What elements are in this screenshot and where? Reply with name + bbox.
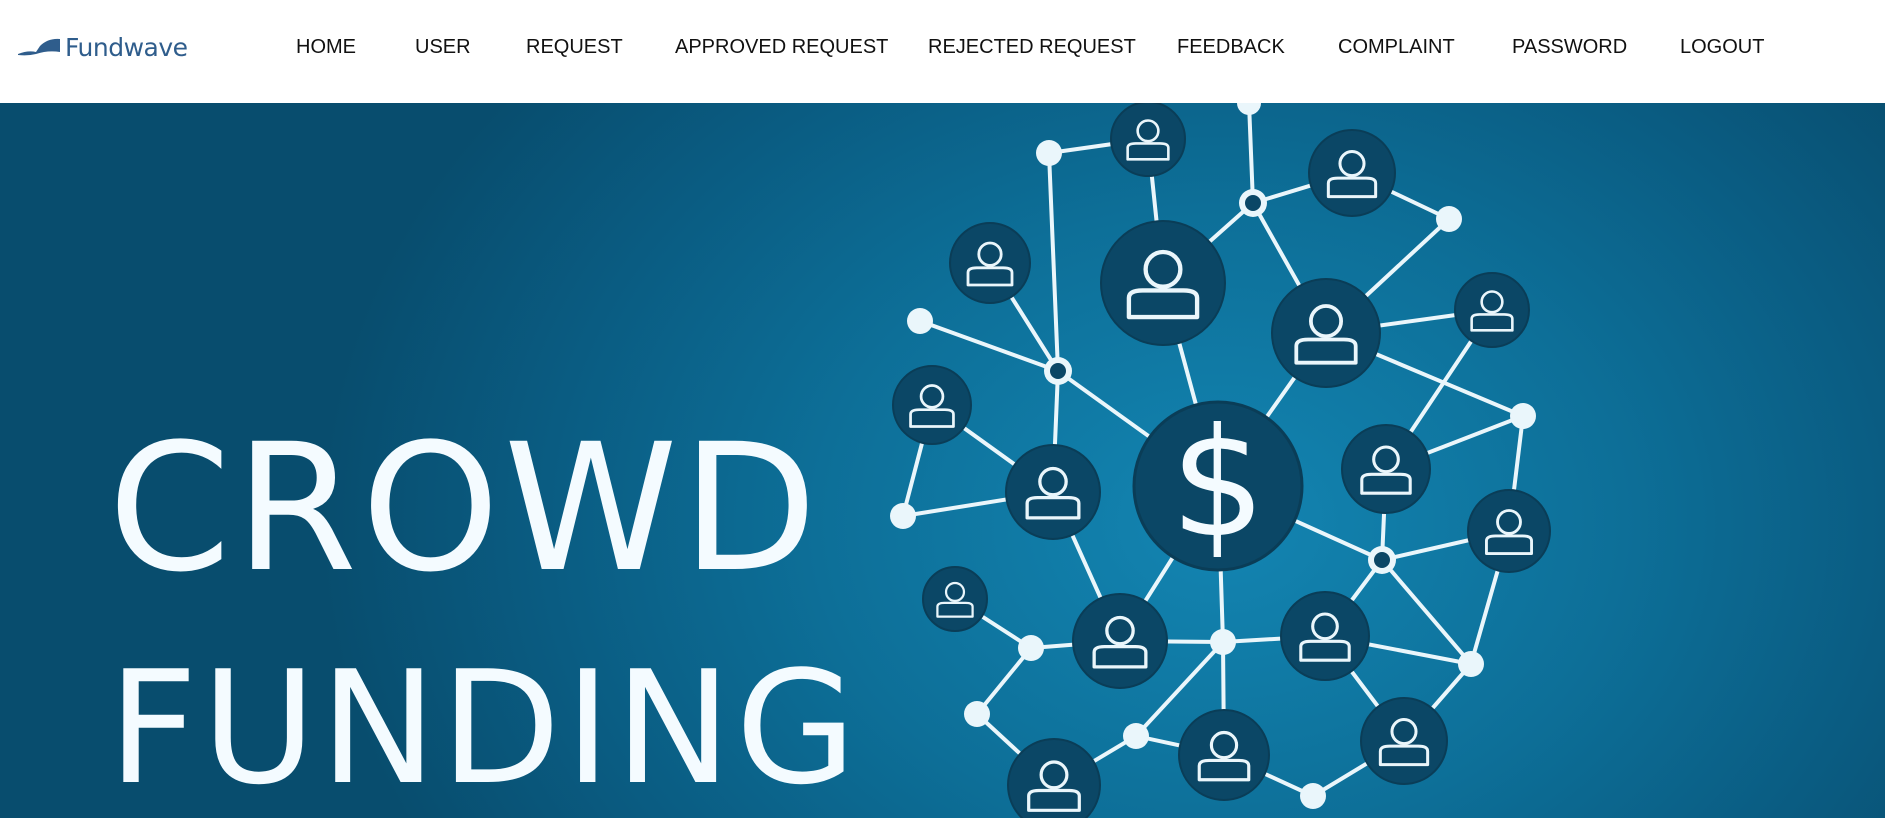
person-node-icon: [1100, 220, 1226, 346]
network-dot: [1458, 651, 1484, 677]
network-dot: [1436, 206, 1462, 232]
network-junction-core: [1374, 552, 1390, 568]
nav-home[interactable]: HOME: [296, 36, 356, 58]
nav-password[interactable]: PASSWORD: [1512, 36, 1627, 58]
dollar-sign-icon: $: [1170, 397, 1265, 571]
person-node-icon: [1005, 444, 1101, 540]
nav-logout[interactable]: LOGOUT: [1680, 36, 1764, 58]
brand-name: Fundwave: [65, 32, 188, 62]
person-node-icon: [1007, 738, 1101, 818]
nav-user[interactable]: USER: [415, 36, 471, 58]
network-link: [918, 319, 1060, 373]
top-navbar: Fundwave HOME USER REQUEST APPROVED REQU…: [0, 0, 1885, 103]
wave-logo-icon: [18, 38, 60, 56]
network-dot: [890, 503, 916, 529]
network-dot: [1510, 403, 1536, 429]
hero-title-line1: CROWD: [108, 406, 822, 611]
person-node-icon: [922, 566, 988, 632]
network-dot: [1237, 103, 1261, 115]
person-node-icon: [1308, 129, 1396, 217]
person-node-icon: [1110, 103, 1186, 177]
person-node-icon: [1341, 424, 1431, 514]
network-dot: [964, 701, 990, 727]
brand-logo[interactable]: Fundwave: [18, 30, 188, 64]
nav-request[interactable]: REQUEST: [526, 36, 623, 58]
person-node-icon: [1072, 593, 1168, 689]
hero-banner: $ CROWD FUNDING: [0, 103, 1885, 818]
network-junction-core: [1245, 195, 1261, 211]
network-dot: [1018, 635, 1044, 661]
person-node-icon: [1280, 591, 1370, 681]
person-node-icon: [892, 365, 972, 445]
network-link: [1247, 103, 1255, 205]
network-link: [1047, 151, 1060, 373]
network-dot: [907, 308, 933, 334]
person-node-icon: [1467, 489, 1551, 573]
person-node-icon: [1271, 278, 1381, 388]
person-node-icon: [1360, 697, 1448, 785]
network-dot: [1210, 629, 1236, 655]
network-dot: [1300, 783, 1326, 809]
nav-complaint[interactable]: COMPLAINT: [1338, 36, 1455, 58]
nav-approved-request[interactable]: APPROVED REQUEST: [675, 36, 888, 58]
person-node-icon: [949, 222, 1031, 304]
hero-title-line2: FUNDING: [108, 637, 861, 818]
nav-feedback[interactable]: FEEDBACK: [1177, 36, 1285, 58]
person-node-icon: [1454, 272, 1530, 348]
person-node-icon: [1178, 709, 1270, 801]
network-dot: [1123, 723, 1149, 749]
network-dot: [1036, 140, 1062, 166]
nav-rejected-request[interactable]: REJECTED REQUEST: [928, 36, 1136, 58]
network-junction-core: [1050, 363, 1066, 379]
